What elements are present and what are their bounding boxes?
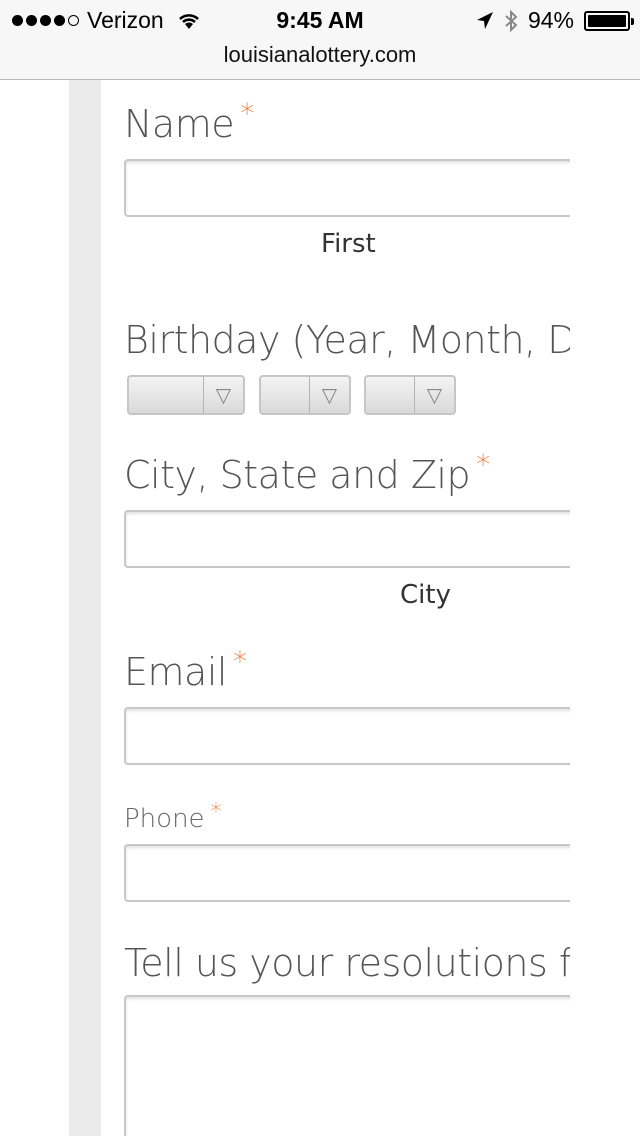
required-mark: * [232, 645, 247, 678]
birthday-label: Birthday (Year, Month, Day) [124, 318, 570, 362]
birthday-day-select[interactable]: ▽ [364, 375, 456, 415]
name-first-input[interactable] [124, 159, 570, 217]
required-mark: * [240, 97, 254, 130]
name-first-sublabel: First [321, 229, 376, 259]
url-bar[interactable]: louisianalottery.com [0, 42, 640, 68]
birthday-year-select[interactable]: ▽ [127, 375, 245, 415]
city-state-zip-label: City, State and Zip * [124, 448, 490, 497]
resolutions-label: Tell us your resolutions for [124, 941, 570, 985]
birthday-month-select[interactable]: ▽ [259, 375, 351, 415]
chevron-down-icon: ▽ [309, 377, 349, 413]
chevron-down-icon: ▽ [414, 377, 454, 413]
city-input[interactable] [124, 510, 570, 568]
name-label: Name * [124, 97, 254, 146]
phone-input[interactable] [124, 844, 570, 902]
battery-icon [584, 10, 634, 31]
city-sublabel: City [400, 580, 451, 610]
bluetooth-icon [505, 9, 518, 32]
battery-percent: 94% [527, 7, 574, 33]
location-arrow-icon [476, 11, 493, 29]
phone-label: Phone * [124, 800, 222, 834]
status-right: 94% [476, 7, 634, 34]
contact-form: Name* First Birthday (Year, Month, Day) … [124, 80, 570, 1136]
resolutions-textarea[interactable] [124, 995, 570, 1136]
required-mark: * [476, 448, 490, 481]
email-label: Email * [124, 645, 247, 694]
status-bar: Verizon 9:45 AM 94% [0, 0, 640, 40]
chevron-down-icon: ▽ [203, 377, 243, 413]
page-side-gutter [69, 80, 101, 1136]
required-mark: * [210, 800, 222, 825]
email-input[interactable] [124, 707, 570, 765]
browser-top-bar: Verizon 9:45 AM 94% louisianalottery.com [0, 0, 640, 80]
